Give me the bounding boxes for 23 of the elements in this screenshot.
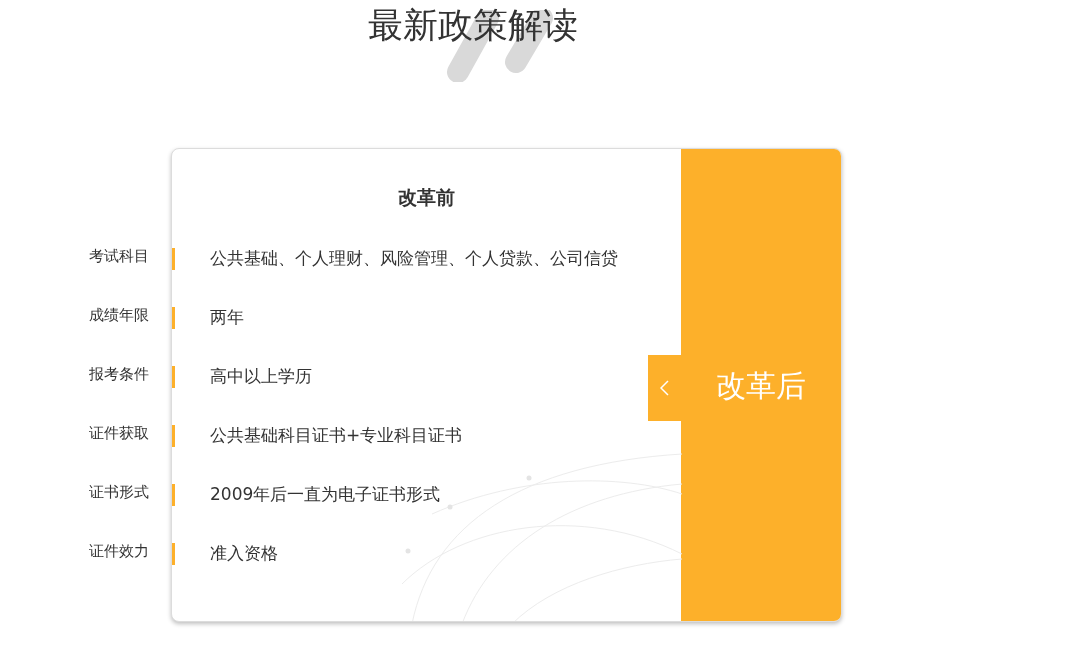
row-marker [172,247,175,270]
row-label: 证件获取 [89,424,149,443]
row-marker [172,483,175,506]
before-heading: 改革前 [398,186,455,208]
row-marker [172,365,175,388]
row-label: 考试科目 [89,247,149,266]
chevron-left-icon [660,380,669,396]
row-value: 高中以上学历 [210,365,312,388]
after-heading: 改革后 [716,367,806,405]
row-value: 公共基础、个人理财、风险管理、个人贷款、公司信贷 [210,247,618,270]
row-value: 两年 [210,306,244,329]
collapse-tab[interactable] [648,355,681,421]
row-label: 报考条件 [89,365,149,384]
row-label: 证件效力 [89,542,149,561]
page-title: 最新政策解读 [367,4,578,46]
row-marker [172,424,175,447]
row-value: 准入资格 [210,542,278,565]
row-marker [172,542,175,565]
row-value: 2009年后一直为电子证书形式 [210,483,441,506]
row-label: 成绩年限 [89,306,149,325]
row-marker [172,306,175,329]
row-value: 公共基础科目证书+专业科目证书 [210,424,463,447]
row-label: 证书形式 [89,483,149,502]
